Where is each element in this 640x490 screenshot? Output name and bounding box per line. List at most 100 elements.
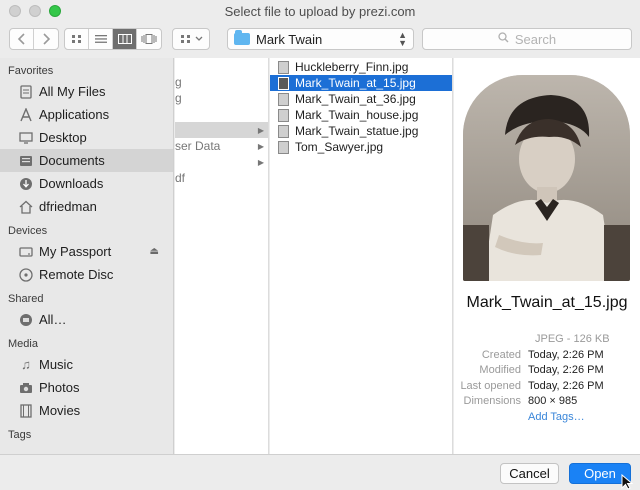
- disc-icon: [18, 267, 34, 283]
- sidebar-item-label: All…: [39, 312, 67, 327]
- sidebar-item-remote-disc[interactable]: Remote Disc: [0, 263, 173, 286]
- back-button[interactable]: [10, 29, 34, 49]
- network-icon: [18, 312, 34, 328]
- column-view-icon: [117, 34, 132, 44]
- chevron-down-icon: [195, 36, 202, 41]
- preview-file-name: Mark_Twain_at_15.jpg: [466, 294, 628, 311]
- image-file-icon: [278, 76, 289, 90]
- sidebar-item-all-my-files[interactable]: All My Files: [0, 80, 173, 103]
- view-mode-buttons: [64, 28, 162, 50]
- sidebar-item-music[interactable]: ♫ Music: [0, 353, 173, 376]
- sidebar-item-dfriedman[interactable]: dfriedman: [0, 195, 173, 218]
- sidebar-item-label: Downloads: [39, 176, 104, 191]
- media-heading: Media: [8, 338, 38, 350]
- list-item[interactable]: df: [175, 170, 268, 186]
- documents-icon: [18, 153, 34, 169]
- chevron-left-icon: [17, 33, 25, 45]
- sidebar-item-label: Desktop: [39, 130, 87, 145]
- sidebar-item-label: Music: [39, 357, 73, 372]
- dimensions-label: Dimensions: [463, 395, 521, 407]
- disclosure-arrow-icon: ▶: [257, 125, 264, 135]
- sidebar-item-label: Remote Disc: [39, 267, 114, 282]
- sidebar-item-applications[interactable]: Applications: [0, 103, 173, 126]
- sidebar-item-desktop[interactable]: Desktop: [0, 126, 173, 149]
- sidebar-item-downloads[interactable]: Downloads: [0, 172, 173, 195]
- file-row-selected[interactable]: Mark_Twain_at_15.jpg: [270, 75, 452, 91]
- home-icon: [18, 199, 34, 215]
- image-file-icon: [278, 140, 289, 154]
- icon-view-button[interactable]: [65, 29, 89, 49]
- list-view-button[interactable]: [89, 29, 113, 49]
- toolbar: Mark Twain ▲ ▼ Search: [0, 24, 640, 56]
- search-placeholder: Search: [514, 31, 557, 47]
- devices-heading: Devices: [8, 225, 48, 237]
- sidebar: Favorites All My Files Applications Desk…: [0, 58, 174, 454]
- film-icon: [18, 403, 34, 419]
- arrange-menu[interactable]: [172, 28, 210, 50]
- applications-icon: [18, 107, 34, 123]
- path-popup[interactable]: Mark Twain ▲ ▼: [227, 28, 414, 50]
- favorites-heading: Favorites: [8, 65, 54, 77]
- mouse-cursor-icon: [621, 474, 634, 490]
- file-kind: JPEG - 126 KB: [535, 333, 610, 345]
- eject-icon[interactable]: ⏏: [150, 246, 159, 257]
- folder-icon: [234, 30, 250, 45]
- list-item[interactable]: g: [175, 74, 268, 90]
- desktop-icon: [18, 130, 34, 146]
- forward-button[interactable]: [34, 29, 58, 49]
- sidebar-item-movies[interactable]: Movies: [0, 399, 173, 422]
- add-tags-link[interactable]: Add Tags…: [528, 411, 585, 427]
- created-value: Today, 2:26 PM: [528, 348, 604, 361]
- file-metadata: JPEG - 126 KB Created Today, 2:26 PM Modi…: [454, 333, 640, 426]
- sidebar-item-label: Movies: [39, 403, 81, 418]
- sidebar-item-label: Documents: [39, 153, 105, 168]
- title-bar: Select file to upload by prezi.com: [0, 0, 640, 22]
- file-row[interactable]: Tom_Sawyer.jpg: [270, 139, 452, 155]
- arrange-button[interactable]: [173, 29, 209, 49]
- minimize-window-button[interactable]: [29, 5, 41, 17]
- image-file-icon: [278, 60, 289, 74]
- cancel-button[interactable]: Cancel: [500, 463, 559, 484]
- browser-column-1[interactable]: g g ▶ ser Data ▶ ▶ df: [175, 58, 269, 454]
- camera-icon: [18, 380, 34, 396]
- preview-pane: Mark_Twain_at_15.jpg JPEG - 126 KB Creat…: [454, 58, 640, 454]
- chevron-right-icon: [43, 33, 51, 45]
- sidebar-item-all-shared[interactable]: All…: [0, 308, 173, 331]
- window-title: Select file to upload by prezi.com: [224, 3, 416, 19]
- sidebar-item-label: Applications: [39, 107, 110, 122]
- file-row[interactable]: Mark_Twain_house.jpg: [270, 107, 452, 123]
- modified-value: Today, 2:26 PM: [528, 364, 604, 376]
- last-opened-value: Today, 2:26 PM: [528, 379, 604, 392]
- list-item-selected[interactable]: ▶: [175, 122, 268, 138]
- list-item[interactable]: ser Data ▶: [175, 138, 268, 154]
- list-view-icon: [94, 35, 107, 43]
- sidebar-item-photos[interactable]: Photos: [0, 376, 173, 399]
- zoom-window-button[interactable]: [49, 5, 61, 17]
- list-item[interactable]: [175, 106, 268, 122]
- file-row[interactable]: Mark_Twain_statue.jpg: [270, 123, 452, 139]
- column-view-button[interactable]: [113, 29, 137, 49]
- file-row[interactable]: Huckleberry_Finn.jpg: [270, 59, 452, 75]
- search-field[interactable]: Search: [422, 28, 632, 50]
- shared-heading: Shared: [8, 293, 44, 305]
- search-icon: [498, 32, 509, 46]
- sidebar-item-label: dfriedman: [39, 199, 97, 214]
- cover-flow-button[interactable]: [137, 29, 161, 49]
- browser-column-2[interactable]: Huckleberry_Finn.jpg Mark_Twain_at_15.jp…: [270, 58, 453, 454]
- list-item[interactable]: ▶: [175, 154, 268, 170]
- downloads-icon: [18, 176, 34, 192]
- file-row[interactable]: Mark_Twain_at_36.jpg: [270, 91, 452, 107]
- window-controls: [9, 5, 61, 17]
- arrange-icon: [180, 35, 190, 43]
- file-open-dialog: Select file to upload by prezi.com Mark …: [0, 0, 640, 490]
- close-window-button[interactable]: [9, 5, 21, 17]
- bottom-bar: Cancel Open: [0, 454, 640, 490]
- sidebar-item-my-passport[interactable]: My Passport ⏏: [0, 240, 173, 263]
- current-folder-label: Mark Twain: [256, 31, 323, 47]
- sidebar-item-documents[interactable]: Documents: [0, 149, 173, 172]
- list-item[interactable]: g: [175, 90, 268, 106]
- all-files-icon: [18, 84, 34, 100]
- image-file-icon: [278, 108, 289, 122]
- image-file-icon: [278, 124, 289, 138]
- cover-flow-icon: [141, 34, 157, 44]
